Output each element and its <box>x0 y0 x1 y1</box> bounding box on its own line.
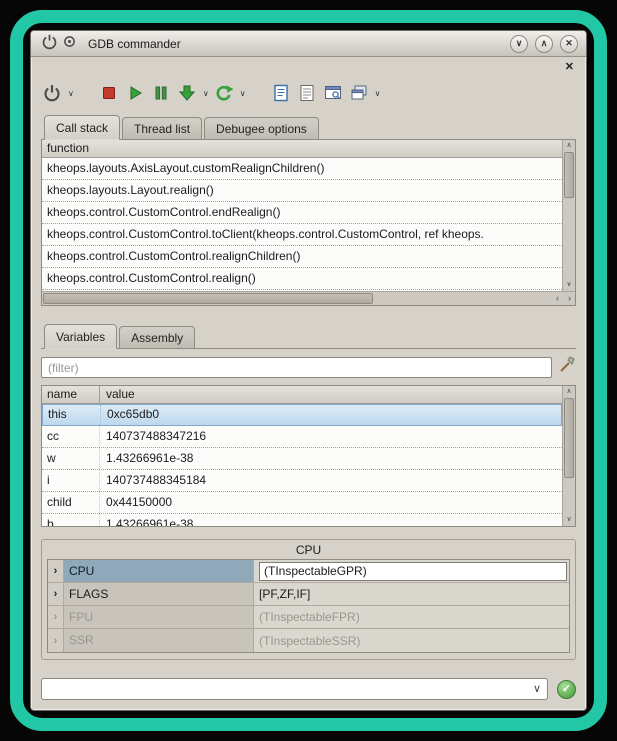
scrollbar-thumb[interactable] <box>564 152 574 198</box>
variable-row[interactable]: i 140737488345184 <box>42 470 562 492</box>
titlebar[interactable]: GDB commander ∨ ∧ ✕ <box>31 31 586 57</box>
window-title: GDB commander <box>88 37 181 51</box>
scrollbar-thumb[interactable] <box>43 293 373 304</box>
variables-table: name value this 0xc65db0 cc 140737488347… <box>41 385 576 527</box>
stop-icon <box>99 83 119 103</box>
source-file-button[interactable] <box>270 82 292 104</box>
windows-dropdown-icon[interactable]: ∨ <box>375 89 381 98</box>
gdb-commander-window: GDB commander ∨ ∧ ✕ ✕ ∨ <box>30 30 587 711</box>
window-search-icon <box>323 83 343 103</box>
cpu-value-edit[interactable]: (TInspectableGPR) <box>259 562 567 581</box>
scroll-left-icon[interactable]: ‹ <box>556 292 559 304</box>
call-stack-row[interactable]: kheops.layouts.AxisLayout.customRealignC… <box>42 158 562 180</box>
pause-icon <box>151 83 171 103</box>
expander-icon[interactable]: › <box>48 606 64 628</box>
variable-row[interactable]: w 1.43266961e-38 <box>42 448 562 470</box>
call-stack-row[interactable]: kheops.layouts.Layout.realign() <box>42 180 562 202</box>
ssr-row[interactable]: › SSR (TInspectableSSR) <box>48 629 569 652</box>
play-icon <box>125 83 145 103</box>
variable-row[interactable]: child 0x44150000 <box>42 492 562 514</box>
cpu-groupbox: CPU › CPU (TInspectableGPR) › FLAGS [PF,… <box>41 539 576 660</box>
screenshot-stage: GDB commander ∨ ∧ ✕ ✕ ∨ <box>0 0 617 741</box>
variable-row[interactable]: cc 140737488347216 <box>42 426 562 448</box>
scroll-right-icon[interactable]: › <box>568 292 571 304</box>
pause-button[interactable] <box>150 82 172 104</box>
cascade-windows-icon <box>349 83 369 103</box>
inspect-tabbar: Variables Assembly <box>41 322 576 349</box>
call-stack-column-header: function <box>42 140 562 158</box>
execute-check-button[interactable]: ✓ <box>557 680 576 699</box>
tab-variables[interactable]: Variables <box>44 324 117 349</box>
power-dropdown-icon[interactable]: ∨ <box>68 89 74 98</box>
call-stack-list: function kheops.layouts.AxisLayout.custo… <box>41 140 576 306</box>
scroll-down-icon[interactable]: ∨ <box>563 280 575 290</box>
cpu-register-grid: › CPU (TInspectableGPR) › FLAGS [PF,ZF,I… <box>47 559 570 653</box>
app-icon[interactable] <box>41 33 58 55</box>
expander-icon[interactable]: › <box>48 629 64 652</box>
variables-column-header: name value <box>42 386 562 404</box>
tab-assembly[interactable]: Assembly <box>119 326 195 348</box>
stack-tabbar: Call stack Thread list Debugee options <box>41 113 576 140</box>
close-button[interactable]: ✕ <box>560 35 578 53</box>
scroll-down-icon[interactable]: ∨ <box>563 515 575 525</box>
step-into-dropdown-icon[interactable]: ∨ <box>203 89 209 98</box>
scroll-up-icon[interactable]: ∧ <box>563 141 575 151</box>
panel-close-icon[interactable]: ✕ <box>563 60 576 75</box>
call-stack-vertical-scrollbar[interactable]: ∧ ∨ <box>562 140 575 291</box>
variables-vertical-scrollbar[interactable]: ∧ ∨ <box>562 386 575 526</box>
document-lines-icon <box>297 83 317 103</box>
cpu-row[interactable]: › CPU (TInspectableGPR) <box>48 560 569 583</box>
minimize-button[interactable]: ∨ <box>510 35 528 53</box>
output-list-button[interactable] <box>296 82 318 104</box>
step-into-button[interactable] <box>176 82 198 104</box>
cpu-group-title: CPU <box>47 542 570 559</box>
call-stack-horizontal-scrollbar[interactable]: ‹ › <box>42 291 575 305</box>
step-over-button[interactable] <box>213 82 235 104</box>
arrow-redo-icon <box>214 83 234 103</box>
call-stack-row[interactable]: kheops.control.CustomControl.realign() <box>42 268 562 290</box>
variable-row[interactable]: b 1.43266961e-38 <box>42 514 562 527</box>
filter-input[interactable] <box>41 357 552 378</box>
clear-filter-brush-icon[interactable] <box>558 356 576 379</box>
expander-icon[interactable]: › <box>48 583 64 605</box>
call-stack-row[interactable]: kheops.control.CustomControl.realignChil… <box>42 246 562 268</box>
window-menu-icon[interactable] <box>63 35 76 53</box>
name-column-header: name <box>47 386 99 403</box>
step-over-dropdown-icon[interactable]: ∨ <box>240 89 246 98</box>
stop-button[interactable] <box>98 82 120 104</box>
blue-document-icon <box>271 83 291 103</box>
maximize-button[interactable]: ∧ <box>535 35 553 53</box>
value-column-header: value <box>99 386 562 403</box>
memory-view-button[interactable] <box>322 82 344 104</box>
fpu-row[interactable]: › FPU (TInspectableFPR) <box>48 606 569 629</box>
windows-list-button[interactable] <box>348 82 370 104</box>
run-button[interactable] <box>124 82 146 104</box>
tab-call-stack[interactable]: Call stack <box>44 115 120 140</box>
flags-row[interactable]: › FLAGS [PF,ZF,IF] <box>48 583 569 606</box>
variable-row[interactable]: this 0xc65db0 <box>42 404 562 426</box>
tab-debugee-options[interactable]: Debugee options <box>204 117 319 139</box>
arrow-down-icon <box>177 83 197 103</box>
call-stack-row[interactable]: kheops.control.CustomControl.toClient(kh… <box>42 224 562 246</box>
tab-thread-list[interactable]: Thread list <box>122 117 202 139</box>
expander-icon[interactable]: › <box>48 560 64 582</box>
scroll-up-icon[interactable]: ∧ <box>563 387 575 397</box>
debug-toolbar: ∨ <box>41 77 576 109</box>
command-combobox[interactable]: ∨ <box>41 678 548 700</box>
power-icon <box>42 83 62 103</box>
scrollbar-thumb[interactable] <box>564 398 574 478</box>
call-stack-row[interactable]: kheops.control.CustomControl.endRealign(… <box>42 202 562 224</box>
power-button[interactable] <box>41 82 63 104</box>
combo-dropdown-icon[interactable]: ∨ <box>533 682 541 695</box>
